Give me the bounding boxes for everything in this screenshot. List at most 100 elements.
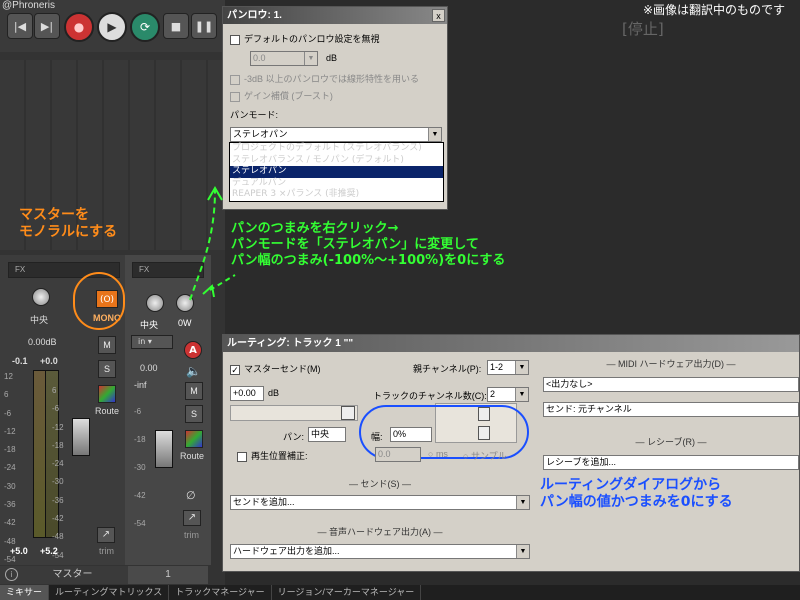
routing-dialog-title: ルーティング: トラック 1 "": [223, 335, 799, 352]
record-button[interactable]: ●: [64, 12, 94, 42]
track-ch-dropdown[interactable]: 2 ▼: [487, 387, 529, 402]
parent-ch-label: 親チャンネル(P):: [413, 364, 482, 374]
add-send-label: センドを追加...: [233, 497, 295, 507]
volume-slider[interactable]: [230, 405, 358, 421]
volume-slider-handle[interactable]: [341, 406, 355, 420]
scale-tick: -6: [4, 408, 12, 418]
track1-solo-button[interactable]: S: [185, 405, 203, 423]
pan-mode-option[interactable]: REAPER 3 ×パランス (非推奨): [230, 189, 443, 201]
send-volume-input[interactable]: +0.00: [230, 386, 264, 401]
docker-tabs: ミキサー ルーティングマトリックス トラックマネージャー リージョン/マーカーマ…: [0, 585, 800, 600]
scale-tick: -42: [4, 518, 16, 528]
add-receive-dropdown[interactable]: レシーブを追加...: [543, 455, 799, 470]
gain-label: ゲイン補償 (ブースト): [244, 91, 333, 101]
ms-label: ms: [435, 449, 448, 459]
track1-input-label: in: [138, 337, 146, 346]
master-fader[interactable]: [72, 418, 90, 456]
linear-row: -3dB 以上のパンロウでは線形特性を用いる: [230, 72, 419, 85]
next-button[interactable]: ▶|: [34, 13, 60, 39]
scale-tick: -24: [52, 459, 64, 469]
master-route-icon[interactable]: [98, 385, 116, 403]
speaker-icon: 🔈: [186, 364, 201, 378]
stop-button[interactable]: ■: [163, 13, 189, 39]
pan-mode-dropdown[interactable]: ステレオパン ▼: [230, 127, 442, 142]
scale-tick: -12: [52, 422, 64, 432]
track1-pan-knob[interactable]: [146, 294, 164, 312]
play-state-label: [停止]: [622, 20, 664, 38]
pan-mode-list: プロジェクトのデフォルト (ステレオバランス) ステレオバランス / モノパン …: [229, 142, 444, 202]
master-send-checkbox[interactable]: ✓: [230, 364, 240, 375]
pan-mode-option[interactable]: デュアルパン: [230, 178, 443, 190]
annotation-pan: パンのつまみを右クリック→ パンモードを「ステレオパン」に変更して パン幅のつま…: [231, 221, 506, 268]
add-hw-dropdown[interactable]: ハードウェア出力を追加... ▼: [230, 544, 530, 559]
pan-mode-option[interactable]: プロジェクトのデフォルト (ステレオバランス): [230, 143, 443, 155]
tab-track-manager[interactable]: トラックマネージャー: [169, 585, 272, 600]
pan-dialog-title: パンロウ: 1.: [223, 7, 447, 24]
tab-routing-matrix[interactable]: ルーティングマトリックス: [49, 585, 170, 600]
tab-mixer[interactable]: ミキサー: [0, 585, 50, 600]
scale-tick: -24: [4, 463, 16, 473]
track1-mute-button[interactable]: M: [185, 382, 203, 400]
master-trim-label: trim: [99, 546, 114, 556]
track1-arm-button[interactable]: A: [184, 341, 202, 359]
override-checkbox-row[interactable]: デフォルトのパンロウ設定を無視: [230, 32, 379, 45]
mono-highlight: [73, 272, 125, 330]
master-pan-knob[interactable]: [32, 288, 50, 306]
scale-tick: -30: [4, 481, 16, 491]
tab-region-manager[interactable]: リージョン/マーカーマネージャー: [272, 585, 422, 600]
track1-number: 1: [128, 566, 208, 584]
master-trim-icon[interactable]: ↗: [97, 527, 115, 543]
scale-tick: -54: [134, 519, 146, 528]
track1-route-icon[interactable]: [185, 430, 203, 448]
scale-tick: -18: [4, 445, 16, 455]
scale-tick: -48: [52, 532, 64, 542]
annotation-routing: ルーティングダイアログから パン幅の値かつまみを0にする: [540, 477, 733, 510]
scale-tick: -30: [134, 463, 146, 472]
audio-hw-header: — 音声ハードウェア出力(A) —: [317, 527, 443, 537]
master-volume: 0.00dB: [28, 337, 57, 347]
master-solo-button[interactable]: S: [98, 360, 116, 378]
phase-icon[interactable]: ∅: [186, 489, 196, 502]
master-route-label: Route: [95, 406, 120, 416]
track1-fx-button[interactable]: FX: [132, 262, 204, 278]
add-send-dropdown[interactable]: センドを追加... ▼: [230, 495, 530, 510]
scale-tick: 6: [4, 390, 9, 400]
master-send-row[interactable]: ✓ マスターセンド(M): [230, 362, 321, 375]
offset-input: 0.0: [375, 447, 421, 462]
scale-tick: -18: [134, 435, 146, 444]
midi-out-dropdown[interactable]: <出力なし>: [543, 377, 799, 392]
sends-header: — センド(S) —: [348, 479, 412, 489]
brand-label: @Phroneris: [2, 0, 55, 11]
chevron-down-icon: ▼: [516, 496, 529, 509]
override-label: デフォルトのパンロウ設定を無視: [244, 34, 380, 44]
db-dropdown[interactable]: 0.0 ▼: [250, 51, 318, 66]
prev-button[interactable]: |◀: [7, 13, 33, 39]
pan-mode-option[interactable]: ステレオバランス / モノパン (デフォルト): [230, 155, 443, 167]
track1-input-selector[interactable]: in ▾: [131, 335, 173, 349]
track1-scale: -6 -18 -30 -42 -54: [134, 398, 154, 538]
scale-tick: -36: [4, 500, 16, 510]
close-icon[interactable]: x: [432, 9, 445, 22]
scale-tick: -6: [52, 404, 60, 414]
master-name: マスター: [0, 566, 145, 584]
pause-button[interactable]: ❚❚: [191, 13, 217, 39]
pan-mode-option-selected[interactable]: ステレオパン: [230, 166, 443, 178]
loop-button[interactable]: ⟳: [130, 12, 160, 42]
receives-header-label: レシーブ(R): [647, 437, 695, 447]
info-icon[interactable]: i: [5, 568, 18, 581]
track1-trim-icon[interactable]: ↗: [183, 510, 201, 526]
play-button[interactable]: ▶: [97, 12, 127, 42]
parent-ch-value: 1-2: [490, 362, 504, 372]
master-mute-button[interactable]: M: [98, 336, 116, 354]
db-unit: dB: [326, 53, 338, 63]
chevron-down-icon: ▼: [515, 361, 528, 374]
playback-offset-row[interactable]: 再生位置補正:: [237, 449, 308, 462]
pan-input[interactable]: 中央: [308, 427, 346, 442]
parent-ch-dropdown[interactable]: 1-2 ▼: [487, 360, 529, 375]
override-checkbox[interactable]: [230, 34, 240, 45]
track1-fader[interactable]: [155, 430, 173, 468]
playback-offset-checkbox[interactable]: [237, 451, 247, 462]
midi-send-dropdown[interactable]: センド: 元チャンネル: [543, 402, 799, 417]
scale-tick: -6: [134, 407, 142, 416]
track1-width-knob[interactable]: [176, 294, 194, 312]
